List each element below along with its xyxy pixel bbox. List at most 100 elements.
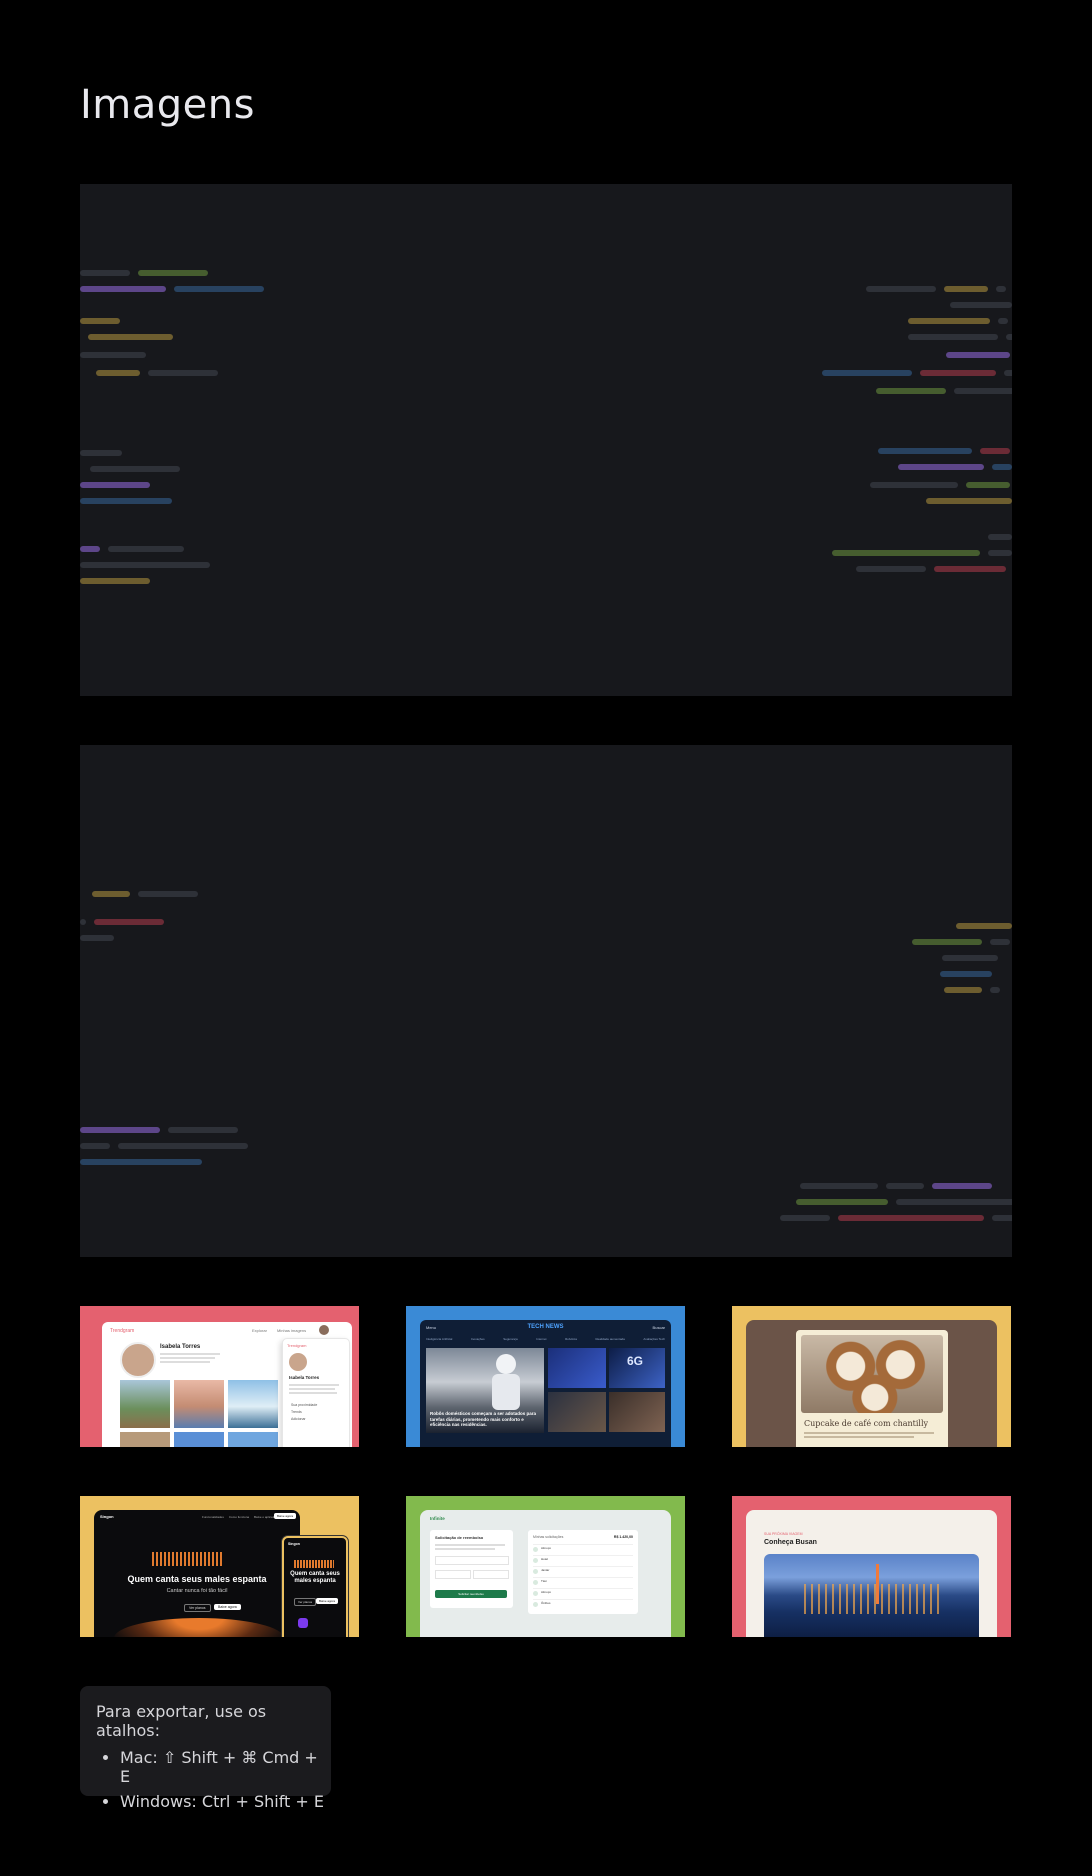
profile-name: Isabela Torres xyxy=(160,1344,201,1350)
skeleton-bar xyxy=(980,448,1010,454)
skeleton-bar xyxy=(990,939,1010,945)
skeleton-bar xyxy=(942,955,998,961)
image-placeholder-2[interactable] xyxy=(80,745,1012,1257)
skeleton-bar xyxy=(80,578,150,584)
skeleton-bar xyxy=(946,352,1010,358)
photo-tile xyxy=(174,1432,224,1447)
item-icon xyxy=(533,1558,538,1563)
photo-tile xyxy=(228,1380,278,1428)
shortcut-list: Mac: ⇧ Shift + ⌘ Cmd + E Windows: Ctrl +… xyxy=(96,1748,331,1811)
nav-item: Inteligência Artificial xyxy=(426,1337,453,1341)
photo-tile xyxy=(174,1380,224,1428)
app-icon xyxy=(298,1618,308,1628)
skeleton-bar xyxy=(96,370,140,376)
item-icon xyxy=(533,1580,538,1585)
skeleton-bar xyxy=(108,546,184,552)
nav-item: Robótica xyxy=(565,1337,577,1341)
mobile-logo: Singon xyxy=(288,1542,300,1546)
skeleton-bar xyxy=(934,566,1006,572)
skeleton-bar xyxy=(996,286,1006,292)
image-placeholder-1[interactable] xyxy=(80,184,1012,696)
skeleton-bar xyxy=(1006,334,1012,340)
skeleton-bar xyxy=(988,550,1012,556)
shortcut-mac: Mac: ⇧ Shift + ⌘ Cmd + E xyxy=(120,1748,331,1786)
item-label: Hotel xyxy=(541,1557,549,1561)
nav-item: Funcionalidades xyxy=(202,1515,224,1519)
list-item: Almoço xyxy=(533,1544,633,1554)
skeleton-bar xyxy=(80,352,146,358)
news-tile xyxy=(548,1348,606,1388)
skeleton-bar xyxy=(932,1183,992,1189)
photo-tile xyxy=(120,1432,170,1447)
list-title: Minhas solicitações xyxy=(533,1535,564,1539)
skeleton-bar xyxy=(80,270,130,276)
glow-graphic xyxy=(114,1618,284,1637)
bio-line xyxy=(289,1392,337,1394)
skeleton-bar xyxy=(168,1127,238,1133)
thumbnail-busan[interactable]: SUA PRÓXIMA VIAGEM Conheça Busan xyxy=(732,1496,1011,1637)
form-field xyxy=(435,1556,509,1565)
skeleton-bar xyxy=(1004,370,1012,376)
thumbnail-infinite[interactable]: Infinite Solicitação de reembolso Solici… xyxy=(406,1496,685,1637)
skeleton-bar xyxy=(138,270,208,276)
bridge-tower-graphic xyxy=(876,1564,879,1604)
skeleton-bar xyxy=(88,334,173,340)
list-item: Hotel xyxy=(533,1555,633,1565)
skeleton-bar xyxy=(870,482,958,488)
form-field xyxy=(435,1570,471,1579)
skeleton-bar xyxy=(992,464,1012,470)
thumbnail-singon[interactable]: Singon Funcionalidades Como funciona Bai… xyxy=(80,1496,359,1637)
skeleton-bar xyxy=(80,286,166,292)
loading-bars-graphic xyxy=(80,891,1012,1221)
skeleton-bar xyxy=(80,1143,110,1149)
form-field xyxy=(473,1570,509,1579)
list-total: R$ 1.420,00 xyxy=(613,1535,633,1539)
cupcake-photo xyxy=(801,1335,943,1413)
robot-body-graphic xyxy=(492,1374,520,1410)
skeleton-bar xyxy=(118,1143,248,1149)
6g-badge: 6G xyxy=(627,1354,644,1368)
skeleton-bar xyxy=(94,919,164,925)
skeleton-bar xyxy=(950,302,1012,308)
skeleton-bar xyxy=(966,482,1010,488)
headline-text: Robôs domésticos começam a ser adotados … xyxy=(430,1411,537,1427)
tech-news-logo: TECH NEWS xyxy=(527,1324,564,1330)
nav-item: Segurança xyxy=(503,1337,518,1341)
bio-line xyxy=(289,1388,335,1390)
skeleton-bar xyxy=(80,1127,160,1133)
skeleton-bar xyxy=(896,1199,1012,1205)
skeleton-bar xyxy=(80,935,114,941)
skeleton-bar xyxy=(876,388,946,394)
form-line xyxy=(435,1544,505,1546)
loading-bars-graphic xyxy=(80,270,1012,584)
skeleton-bar xyxy=(796,1199,888,1205)
skeleton-bar xyxy=(944,286,988,292)
list-item: Almoço xyxy=(533,1588,633,1598)
side-link: Adicionar xyxy=(291,1417,306,1421)
thumbnail-tech-news[interactable]: Menu TECH NEWS Buscar Inteligência Artif… xyxy=(406,1306,685,1447)
item-label: Jantar xyxy=(541,1568,550,1572)
skeleton-bar xyxy=(856,566,926,572)
mobile-headline: Quem canta seus males espanta xyxy=(290,1571,340,1584)
shortcut-windows: Windows: Ctrl + Shift + E xyxy=(120,1792,331,1811)
waveform-graphic xyxy=(152,1552,222,1566)
singon-nav: Funcionalidades Como funciona Baixe o ap… xyxy=(202,1515,277,1519)
thumbnail-cupcake[interactable]: Cupcake de café com chantilly xyxy=(732,1306,1011,1447)
mobile-profile-name: Isabela Torres xyxy=(289,1375,320,1380)
item-label: Táxi xyxy=(541,1579,547,1583)
skeleton-bar xyxy=(80,1159,202,1165)
skeleton-bar xyxy=(832,550,980,556)
skeleton-bar xyxy=(174,286,264,292)
singon-headline: Quem canta seus males espanta xyxy=(127,1574,267,1584)
skeleton-bar xyxy=(780,1215,830,1221)
busan-kicker: SUA PRÓXIMA VIAGEM xyxy=(764,1532,803,1536)
list-item: Táxi xyxy=(533,1577,633,1587)
skeleton-bar xyxy=(912,939,982,945)
search-label: Buscar xyxy=(652,1325,665,1330)
bio-line xyxy=(160,1353,220,1355)
item-icon xyxy=(533,1602,538,1607)
bio-line xyxy=(160,1357,215,1359)
mobile-avatar xyxy=(289,1353,307,1371)
thumbnail-trendgram[interactable]: Trendgram Explorar Minhas imagens Isabel… xyxy=(80,1306,359,1447)
news-tile-6g: 6G xyxy=(609,1348,665,1388)
